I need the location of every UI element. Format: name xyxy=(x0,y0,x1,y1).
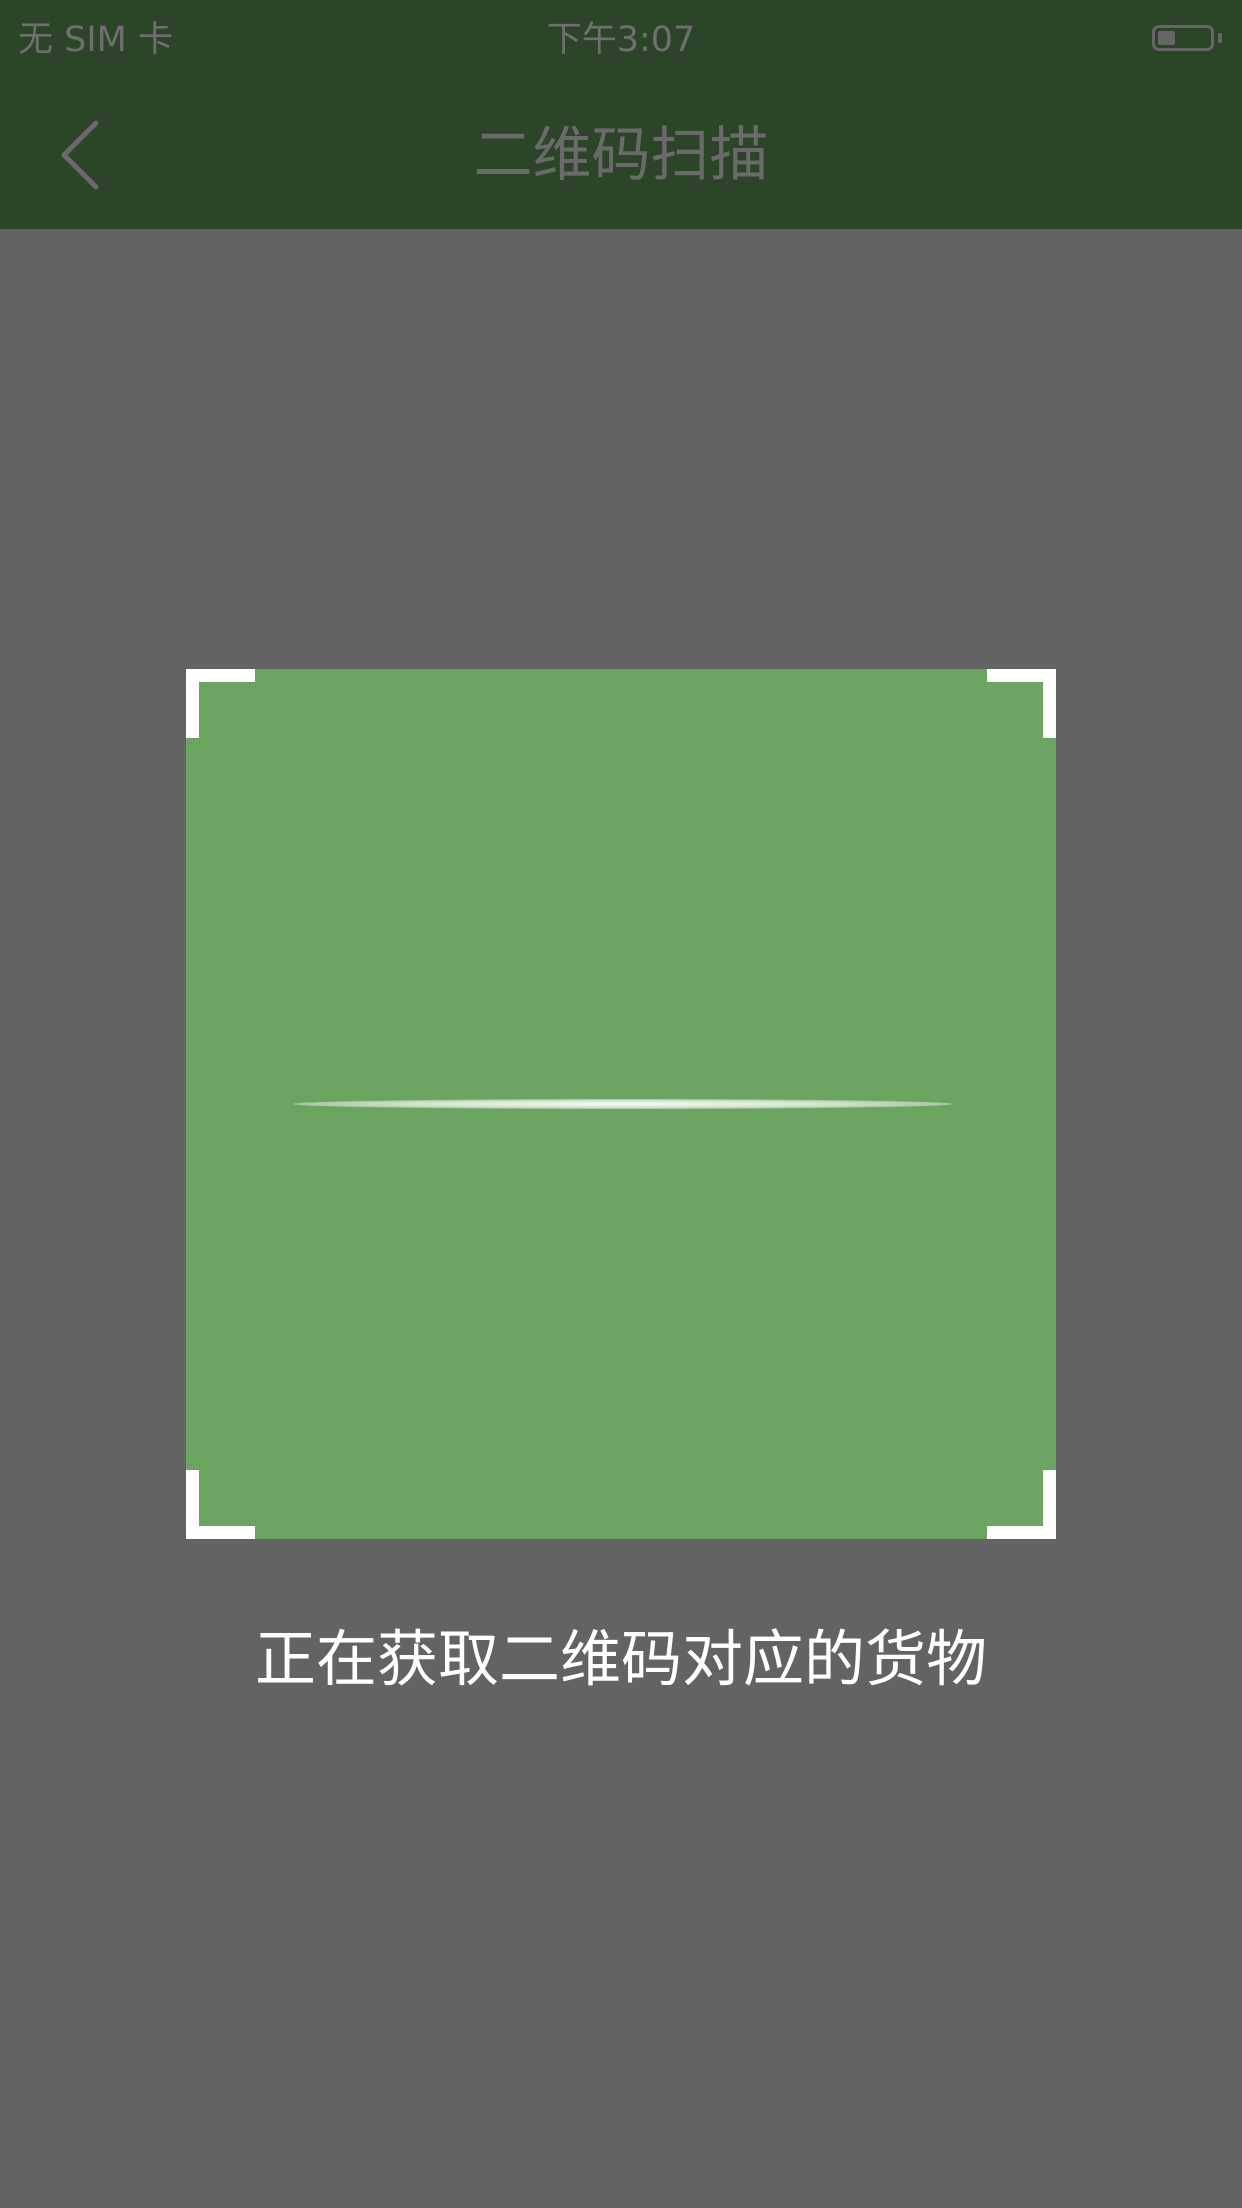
status-time: 下午3:07 xyxy=(546,20,696,60)
battery-level xyxy=(1158,31,1175,45)
corner-bottom-right xyxy=(987,1470,1056,1539)
corner-top-right xyxy=(987,669,1056,738)
navigation-bar: 二维码扫描 xyxy=(0,80,1242,229)
qr-scan-screen: 无 SIM 卡 下午3:07 二维码扫描 正在获取二维码对应的货物 xyxy=(0,0,1242,2208)
scan-status-message: 正在获取二维码对应的货物 xyxy=(254,1624,987,1695)
battery-icon xyxy=(1152,25,1214,51)
corner-bottom-left xyxy=(186,1470,255,1539)
status-bar: 无 SIM 卡 下午3:07 xyxy=(0,0,1242,80)
page-title: 二维码扫描 xyxy=(473,120,769,189)
battery-tip xyxy=(1218,33,1222,43)
scan-line xyxy=(293,1099,953,1109)
corner-top-left xyxy=(186,669,255,738)
top-bar: 无 SIM 卡 下午3:07 二维码扫描 xyxy=(0,0,1242,229)
scan-frame xyxy=(186,669,1056,1539)
